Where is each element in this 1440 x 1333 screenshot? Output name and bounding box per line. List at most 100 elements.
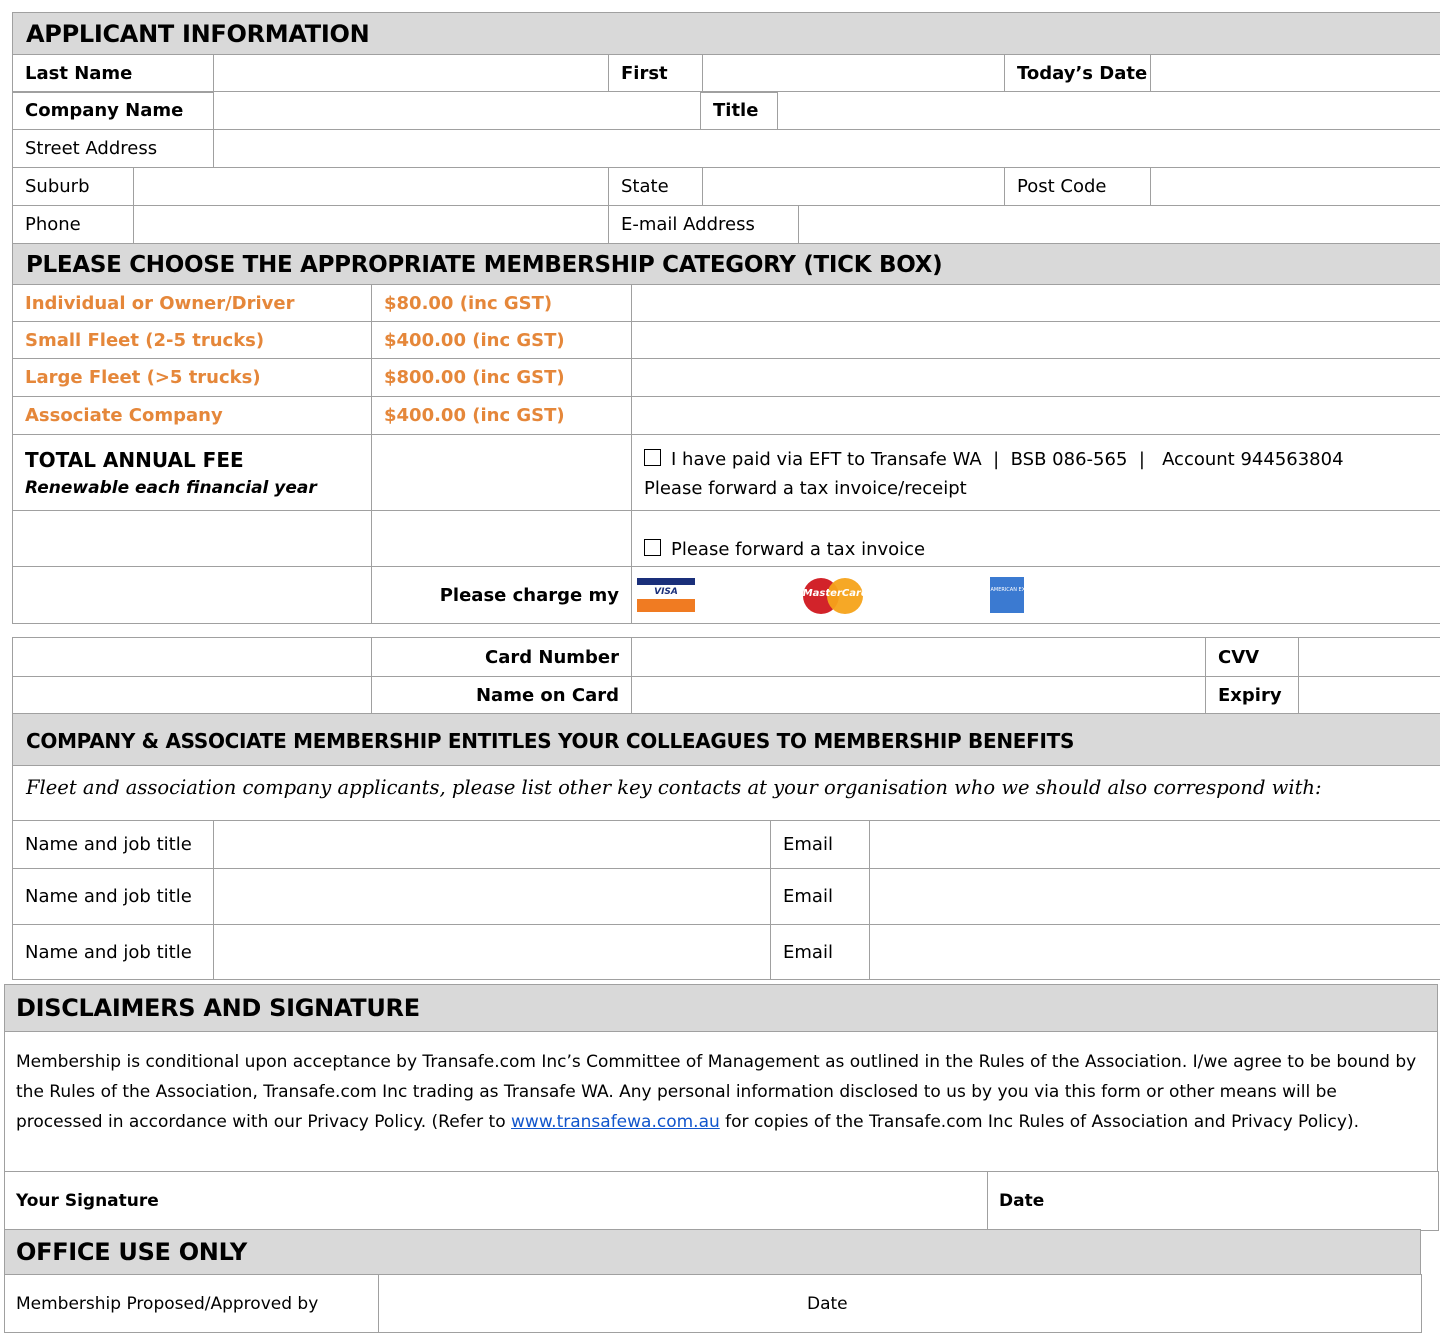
- office-date-label: Date: [807, 1294, 848, 1314]
- colleague-row: Name and job title Email: [13, 821, 1440, 869]
- renewable-note: Renewable each financial year: [25, 478, 371, 498]
- category-name: Associate Company: [13, 397, 372, 435]
- disclaimer-text-end: for copies of the Transafe.com Inc Rules…: [720, 1112, 1359, 1132]
- category-name: Small Fleet (2-5 trucks): [13, 322, 372, 359]
- phone-field[interactable]: [134, 206, 609, 244]
- invoice-option-cell: Please forward a tax invoice: [632, 511, 1440, 567]
- colleagues-heading: COMPANY & ASSOCIATE MEMBERSHIP ENTITLES …: [12, 713, 1440, 766]
- membership-category-table: Individual or Owner/Driver $80.00 (inc G…: [12, 284, 1440, 624]
- category-name: Large Fleet (>5 trucks): [13, 359, 372, 397]
- suburb-label: Suburb: [13, 168, 134, 206]
- membership-form: APPLICANT INFORMATION Last Name First To…: [0, 0, 1440, 1326]
- name-on-card-field[interactable]: [632, 677, 1206, 714]
- state-field[interactable]: [703, 168, 1005, 206]
- colleague-row: Name and job title Email: [13, 869, 1440, 925]
- first-name-field[interactable]: [703, 55, 1005, 93]
- cvv-field[interactable]: [1299, 638, 1440, 677]
- expiry-field[interactable]: [1299, 677, 1440, 714]
- empty-cell: [13, 511, 372, 567]
- category-row[interactable]: Associate Company $400.00 (inc GST): [13, 397, 1440, 435]
- eft-option-cell: I have paid via EFT to Transafe WA | BSB…: [632, 435, 1440, 511]
- cvv-label: CVV: [1206, 638, 1299, 677]
- category-tick-cell[interactable]: [632, 322, 1440, 359]
- colleague-name-field[interactable]: [214, 821, 771, 869]
- mastercard-icon[interactable]: MasterCard: [803, 577, 865, 613]
- eft-option-text: I have paid via EFT to Transafe WA | BSB…: [671, 449, 1344, 470]
- invoice-checkbox[interactable]: [644, 539, 661, 556]
- company-name-label: Company Name: [13, 92, 214, 130]
- category-name: Individual or Owner/Driver: [13, 285, 372, 322]
- colleague-email-label: Email: [771, 821, 870, 869]
- applicant-info-heading-text: APPLICANT INFORMATION: [26, 20, 369, 48]
- membership-category-heading-text: PLEASE CHOOSE THE APPROPRIATE MEMBERSHIP…: [26, 252, 942, 278]
- title-field[interactable]: [778, 92, 1440, 130]
- email-address-label: E-mail Address: [609, 206, 799, 244]
- colleague-name-label: Name and job title: [13, 925, 214, 980]
- last-name-label: Last Name: [13, 55, 214, 93]
- signature-cell[interactable]: Your Signature: [5, 1172, 988, 1231]
- empty-cell: [13, 567, 372, 624]
- visa-card-icon[interactable]: VISA: [637, 578, 695, 612]
- category-row[interactable]: Small Fleet (2-5 trucks) $400.00 (inc GS…: [13, 322, 1440, 359]
- eft-followup-text: Please forward a tax invoice/receipt: [644, 478, 1440, 499]
- colleagues-table: Name and job title Email Name and job ti…: [12, 820, 1440, 980]
- card-details-table: Card Number CVV Name on Card Expiry: [12, 637, 1440, 714]
- office-use-heading: OFFICE USE ONLY: [4, 1229, 1421, 1275]
- phone-label: Phone: [13, 206, 134, 244]
- colleagues-heading-text: COMPANY & ASSOCIATE MEMBERSHIP ENTITLES …: [26, 729, 1074, 753]
- colleague-email-field[interactable]: [870, 821, 1440, 869]
- post-code-field[interactable]: [1151, 168, 1440, 206]
- colleague-email-label: Email: [771, 925, 870, 980]
- colleague-name-field[interactable]: [214, 925, 771, 980]
- card-logos-cell: VISA MasterCard AMERICAN EXPRESS: [632, 567, 1440, 624]
- street-address-field[interactable]: [214, 130, 1440, 168]
- expiry-label: Expiry: [1206, 677, 1299, 714]
- category-tick-cell[interactable]: [632, 285, 1440, 322]
- suburb-field[interactable]: [134, 168, 609, 206]
- transafe-website-link[interactable]: www.transafewa.com.au: [511, 1112, 720, 1132]
- applicant-row-4: Suburb State Post Code: [12, 167, 1440, 206]
- email-address-field[interactable]: [799, 206, 1440, 244]
- disclaimer-text-box: Membership is conditional upon acceptanc…: [4, 1031, 1438, 1172]
- signature-date-cell[interactable]: Date: [988, 1172, 1439, 1231]
- card-number-field[interactable]: [632, 638, 1206, 677]
- last-name-field[interactable]: [214, 55, 609, 93]
- office-date-cell[interactable]: Date: [379, 1275, 1422, 1333]
- colleague-email-field[interactable]: [870, 925, 1440, 980]
- category-tick-cell[interactable]: [632, 359, 1440, 397]
- total-annual-fee-label: TOTAL ANNUAL FEE: [25, 448, 371, 472]
- applicant-info-heading: APPLICANT INFORMATION: [12, 12, 1440, 55]
- card-number-label: Card Number: [372, 638, 632, 677]
- colleagues-intro-text: Fleet and association company applicants…: [26, 776, 1322, 799]
- signature-row: Your Signature Date: [4, 1171, 1439, 1231]
- category-tick-cell[interactable]: [632, 397, 1440, 435]
- colleague-email-label: Email: [771, 869, 870, 925]
- category-price: $400.00 (inc GST): [372, 322, 632, 359]
- amex-card-icon[interactable]: AMERICAN EXPRESS: [990, 577, 1024, 613]
- category-price: $80.00 (inc GST): [372, 285, 632, 322]
- colleagues-intro: Fleet and association company applicants…: [12, 765, 1440, 821]
- category-row[interactable]: Individual or Owner/Driver $80.00 (inc G…: [13, 285, 1440, 322]
- applicant-row-2: Company Name Title: [12, 91, 1440, 130]
- mastercard-logo-text: MasterCard: [803, 588, 865, 599]
- your-signature-label: Your Signature: [16, 1191, 159, 1211]
- total-fee-field[interactable]: [372, 435, 632, 511]
- category-row[interactable]: Large Fleet (>5 trucks) $800.00 (inc GST…: [13, 359, 1440, 397]
- applicant-row-1: Last Name First Today’s Date: [12, 54, 1440, 93]
- eft-checkbox[interactable]: [644, 449, 661, 466]
- disclaimers-heading: DISCLAIMERS AND SIGNATURE: [4, 984, 1438, 1032]
- colleague-name-field[interactable]: [214, 869, 771, 925]
- empty-cell: [13, 677, 372, 714]
- signature-date-label: Date: [999, 1191, 1044, 1211]
- approved-by-label: Membership Proposed/Approved by: [5, 1275, 379, 1333]
- first-name-label: First: [609, 55, 703, 93]
- colleague-email-field[interactable]: [870, 869, 1440, 925]
- todays-date-field[interactable]: [1151, 55, 1440, 93]
- colleague-name-label: Name and job title: [13, 869, 214, 925]
- amex-logo-text: AMERICAN EXPRESS: [990, 587, 1024, 594]
- applicant-row-3: Street Address: [12, 129, 1440, 168]
- state-label: State: [609, 168, 703, 206]
- company-name-field[interactable]: [214, 92, 701, 130]
- todays-date-label: Today’s Date: [1005, 55, 1151, 93]
- office-use-table: Membership Proposed/Approved by Date: [4, 1274, 1422, 1333]
